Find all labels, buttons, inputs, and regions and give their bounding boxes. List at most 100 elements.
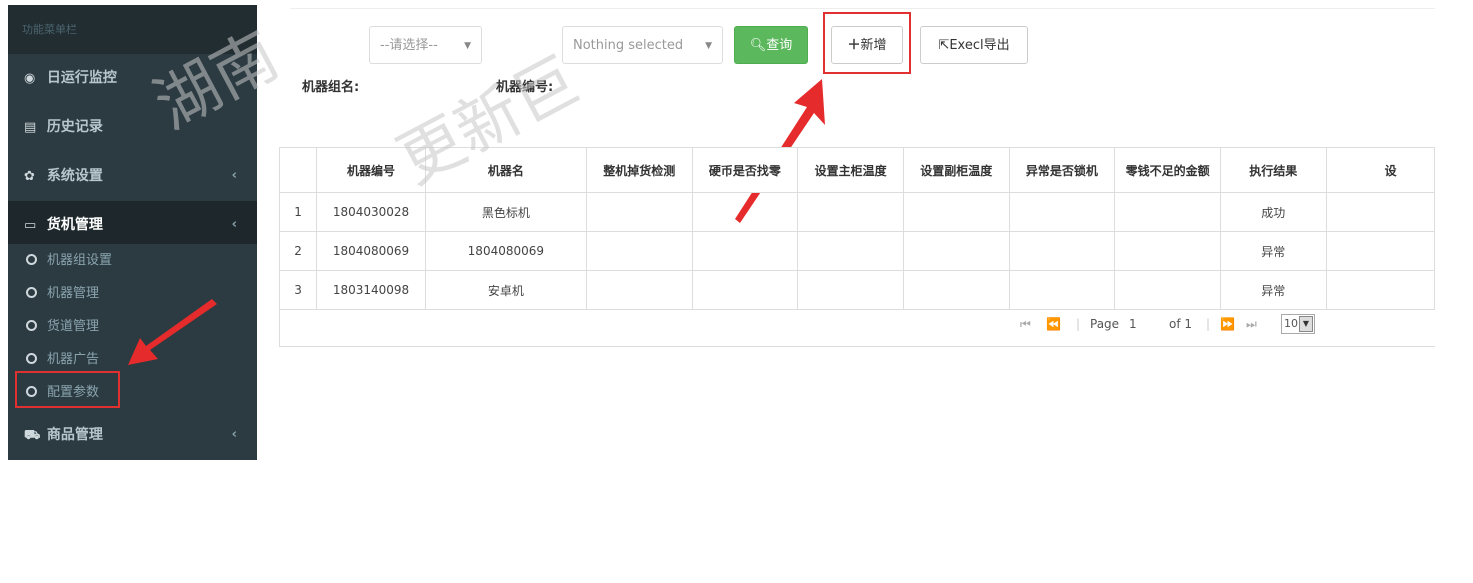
sidebar-item-label: 货机管理 [46,217,103,233]
table-cell [797,270,904,310]
table-cell [1114,231,1221,271]
table-cell [903,192,1010,232]
table-cell [1009,192,1116,232]
column-header[interactable]: 设置副柜温度 [903,148,1010,193]
table-cell [1326,192,1435,232]
sidebar-item-settings[interactable]: ✿ 系统设置 ‹ [8,152,257,200]
group-name-label: 机器组名: [302,80,360,95]
chevron-left-icon: ‹ [231,217,237,232]
dropdown-arrow-icon: ▼ [1299,316,1313,332]
table-cell [1009,231,1116,271]
chevron-left-icon: ‹ [231,168,237,183]
export-button[interactable]: ⇱Execl导出 [920,26,1028,64]
table-cell: 1804030028 [316,192,426,232]
table-cell [1009,270,1116,310]
page-input[interactable]: 1 [1129,312,1137,336]
laptop-icon: ▭ [24,218,37,233]
search-button[interactable]: 🔍︎查询 [734,26,808,64]
table-cell [797,231,904,271]
column-header[interactable]: 硬币是否找零 [692,148,799,193]
circle-icon [26,287,37,298]
table-cell: 1804080069 [425,231,587,271]
table-cell: 3 [280,270,318,310]
circle-icon [26,353,37,364]
table-cell [692,270,799,310]
search-button-label: 查询 [766,38,793,53]
column-header[interactable]: 设 [1326,148,1435,193]
export-button-label: Execl导出 [949,38,1010,53]
submenu-label: 机器广告 [47,352,100,367]
highlight-box-add [823,12,911,74]
table-cell [692,231,799,271]
sidebar-item-label: 商品管理 [46,427,103,443]
first-page-icon[interactable]: ⏮ [1020,312,1031,336]
export-icon: ⇱ [938,38,950,53]
sidebar-item-products[interactable]: ⛟ 商品管理 ‹ [8,410,257,460]
column-header[interactable]: 设置主柜温度 [797,148,904,193]
pager-separator: | [1076,317,1081,331]
table-icon: ▤ [24,120,37,135]
sidebar-item-label: 历史记录 [46,119,103,135]
table-cell [1326,231,1435,271]
table-cell: 黑色标机 [425,192,587,232]
table-cell [903,231,1010,271]
table-cell: 1803140098 [316,270,426,310]
top-divider [290,8,1435,9]
circle-icon [26,320,37,331]
table-cell [586,270,693,310]
submenu-label: 机器管理 [47,286,100,301]
page-label: Page [1090,317,1120,331]
caret-down-icon: ▼ [464,41,471,51]
sidebar-item-label: 日运行监控 [46,70,117,86]
column-header[interactable]: 零钱不足的金额 [1114,148,1221,193]
pager-separator: | [1206,317,1211,331]
table-cell [903,270,1010,310]
table-cell: 1804080069 [316,231,426,271]
table-cell: 成功 [1220,192,1327,232]
table-cell [797,192,904,232]
page-of-label: of 1 [1169,317,1193,331]
eye-icon: ◉ [24,71,36,86]
gear-icon: ✿ [24,169,35,184]
table-cell [586,231,693,271]
table-cell: 2 [280,231,318,271]
sidebar-item-machines[interactable]: ▭ 货机管理 ‹ [8,201,257,249]
table-cell [1326,270,1435,310]
table-row[interactable]: 1 1804030028 黑色标机 成功 [280,192,1435,232]
column-header[interactable] [280,148,318,193]
page-size-select[interactable]: 10 ▼ [1281,314,1315,334]
table-body: 1 1804030028 黑色标机 成功 2 1804080069 1804080069 异常… [280,192,1435,310]
prev-page-icon[interactable]: ⏪ [1046,312,1061,336]
arrow-annotation-sidebar [128,299,217,365]
table-cell [1114,270,1221,310]
search-icon: 🔍︎ [749,38,767,53]
table-cell: 安卓机 [425,270,587,310]
table-cell [1114,192,1221,232]
submenu-label: 机器组设置 [47,253,113,268]
submenu-item-group-settings[interactable]: 机器组设置 [8,244,257,277]
machine-number-select[interactable]: Nothing selected ▼ [562,26,723,64]
machine-group-select[interactable]: --请选择-- ▼ [369,26,482,64]
column-header[interactable]: 异常是否锁机 [1009,148,1116,193]
last-page-icon[interactable]: ⏭ [1246,312,1257,336]
chevron-left-icon: ‹ [231,427,237,442]
select-placeholder: --请选择-- [380,38,438,53]
page-size-value: 10 [1284,317,1298,330]
highlight-box-config [15,371,120,408]
submenu-label: 货道管理 [47,319,100,334]
cart-icon: ⛟ [24,428,41,443]
table-cell: 异常 [1220,270,1327,310]
table-cell: 异常 [1220,231,1327,271]
circle-icon [26,254,37,265]
caret-down-icon: ▼ [705,41,712,51]
next-page-icon[interactable]: ⏩ [1220,312,1235,336]
column-header[interactable]: 执行结果 [1220,148,1327,193]
table-cell [692,192,799,232]
table-cell: 1 [280,192,318,232]
table-row[interactable]: 3 1803140098 安卓机 异常 [280,270,1435,310]
sidebar-item-label: 系统设置 [46,168,103,184]
column-header[interactable]: 整机掉货检测 [586,148,693,193]
select-placeholder: Nothing selected [573,38,684,53]
table-row[interactable]: 2 1804080069 1804080069 异常 [280,231,1435,271]
table-cell [586,192,693,232]
